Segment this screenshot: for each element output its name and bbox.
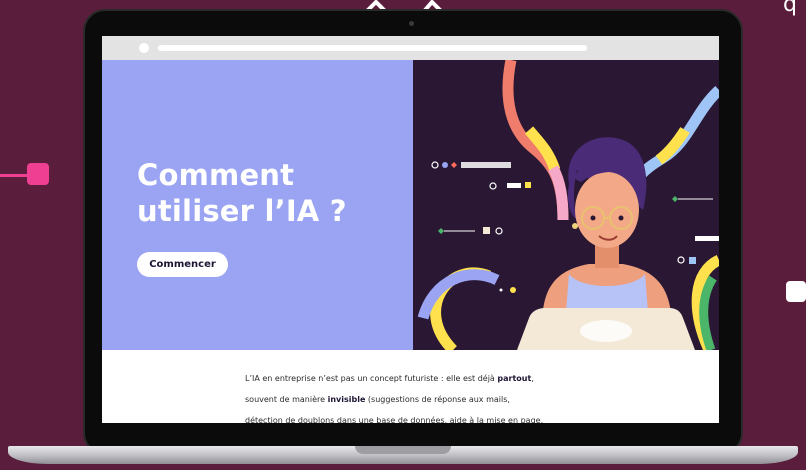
decorative-white-square	[786, 281, 806, 302]
article-line-1: L’IA en entreprise n’est pas un concept …	[245, 374, 534, 383]
decorative-pink-square	[27, 163, 49, 185]
address-bar[interactable]	[158, 45, 587, 51]
start-button[interactable]: Commencer	[137, 252, 228, 277]
article-line-2: souvent de manière invisible (suggestion…	[245, 395, 510, 404]
woman-with-laptop-illustration	[417, 60, 719, 350]
hero-title-line-1: Comment	[137, 158, 295, 192]
hero-title-line-2: utiliser l’IA ?	[137, 194, 347, 228]
hero-title: Comment utiliser l’IA ?	[137, 157, 407, 229]
article-text: L’IA en entreprise n’est pas un concept …	[245, 368, 645, 423]
camera-icon	[409, 21, 414, 26]
laptop-notch	[355, 446, 451, 454]
decorative-corner-text: q	[783, 0, 797, 17]
browser-bar	[102, 36, 719, 60]
decorative-line	[0, 174, 30, 177]
hero-panel: Comment utiliser l’IA ? Commencer	[102, 60, 413, 350]
browser-dot-icon	[139, 43, 149, 53]
article-line-3: détection de doublons dans une base de d…	[245, 416, 544, 423]
hero-illustration-panel	[413, 60, 719, 350]
laptop-screen: Comment utiliser l’IA ? Commencer L’IA e…	[102, 36, 719, 423]
